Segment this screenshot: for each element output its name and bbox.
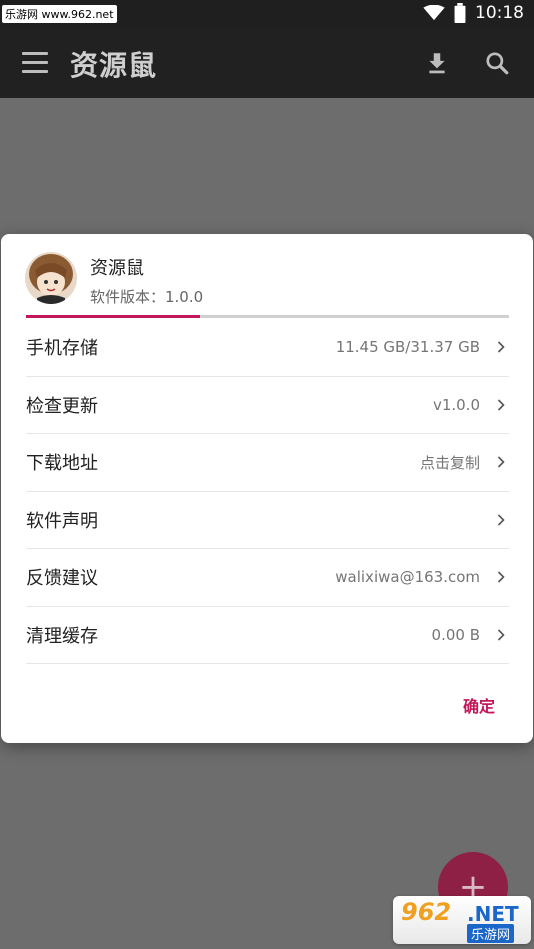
download-icon[interactable] (424, 50, 450, 76)
watermark-logo: 962 .NET 乐游网 (393, 896, 531, 944)
row-software-statement[interactable]: 软件声明 (26, 492, 509, 549)
storage-progress-bar (26, 315, 509, 318)
row-storage[interactable]: 手机存储 11.45 GB/31.37 GB (26, 319, 509, 377)
watermark-name: 乐游网 (467, 924, 515, 943)
chevron-right-icon (497, 341, 505, 353)
row-label: 下载地址 (26, 453, 98, 475)
row-label: 检查更新 (26, 395, 98, 417)
about-dialog: 资源鼠 软件版本：1.0.0 手机存储 11.45 GB/31.37 GB 检查… (1, 234, 533, 743)
dialog-app-name: 资源鼠 (90, 258, 144, 279)
avatar (25, 252, 77, 304)
search-icon[interactable] (484, 50, 510, 76)
row-value: 点击复制 (419, 453, 480, 472)
chevron-right-icon (497, 399, 505, 411)
row-download-address[interactable]: 下载地址 点击复制 (26, 434, 509, 492)
wifi-icon (423, 5, 445, 21)
row-clear-cache[interactable]: 清理缓存 0.00 B (26, 607, 509, 664)
settings-list: 手机存储 11.45 GB/31.37 GB 检查更新 v1.0.0 下载地址 … (26, 319, 509, 664)
row-value: v1.0.0 (432, 395, 480, 414)
avatar-image (25, 252, 77, 304)
row-label: 清理缓存 (26, 625, 98, 647)
chevron-right-icon (497, 456, 505, 468)
app-title: 资源鼠 (70, 49, 158, 82)
watermark-brand: 962 (401, 898, 452, 926)
row-check-update[interactable]: 检查更新 v1.0.0 (26, 377, 509, 434)
row-value: 0.00 B (431, 625, 480, 644)
row-label: 反馈建议 (26, 568, 98, 590)
storage-progress-fill (26, 315, 200, 318)
chevron-right-icon (497, 514, 505, 526)
dialog-version: 软件版本：1.0.0 (90, 288, 204, 306)
chevron-right-icon (497, 571, 505, 583)
row-value: 11.45 GB/31.37 GB (335, 338, 480, 357)
status-bar: 乐游网 www.962.net 10:18 (0, 0, 534, 28)
watermark-suffix: .NET (467, 902, 519, 926)
status-icons: 10:18 (423, 3, 524, 23)
row-value: walixiwa@163.com (335, 568, 480, 587)
row-label: 手机存储 (26, 338, 98, 360)
watermark-text: 乐游网 www.962.net (2, 5, 117, 23)
chevron-right-icon (497, 629, 505, 641)
clock: 10:18 (475, 3, 524, 23)
row-label: 软件声明 (26, 510, 98, 532)
confirm-button[interactable]: 确定 (463, 693, 495, 717)
menu-icon[interactable] (22, 52, 48, 74)
app-toolbar: 资源鼠 (0, 28, 534, 98)
row-feedback[interactable]: 反馈建议 walixiwa@163.com (26, 549, 509, 607)
battery-icon (454, 3, 466, 23)
